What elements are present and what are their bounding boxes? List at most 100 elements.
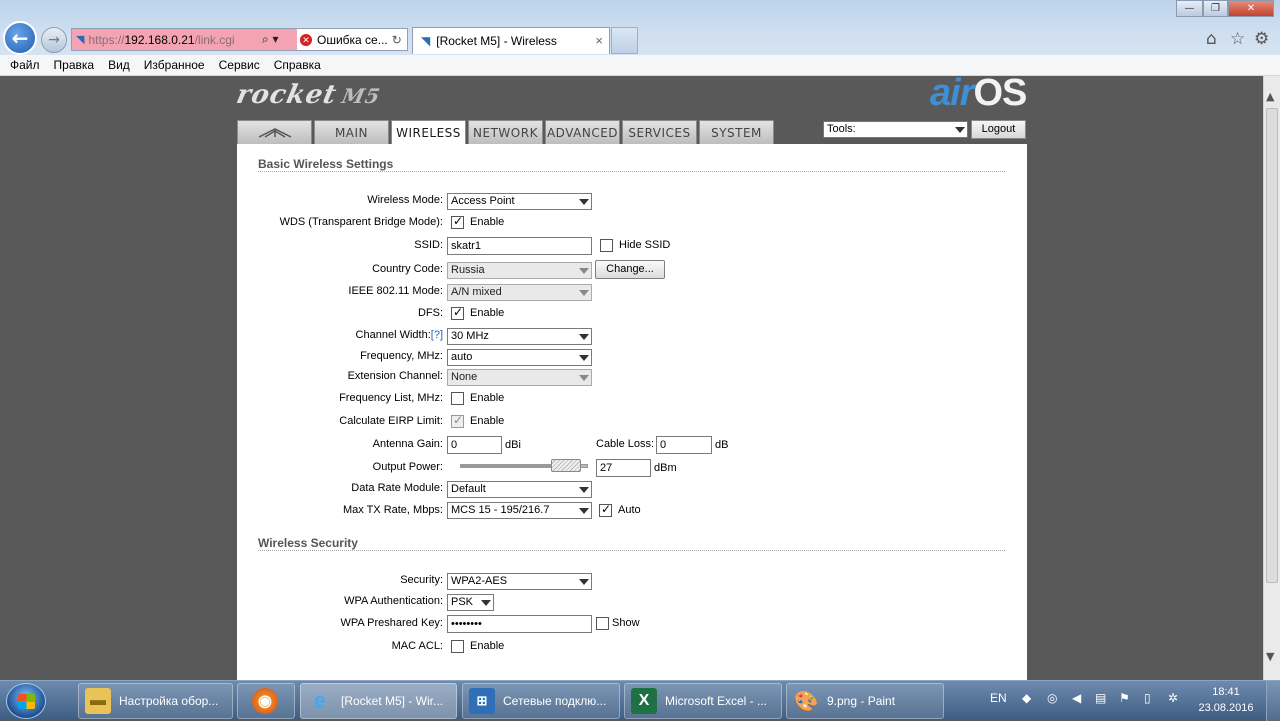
gear-icon[interactable]: ⚙ [1254,29,1269,49]
menu-view[interactable]: Вид [101,58,137,72]
product-model: M5 [339,84,383,108]
minimize-button[interactable]: — [1176,0,1203,17]
cable-loss-input[interactable]: 0 [656,436,712,454]
max-tx-select[interactable]: MCS 15 - 195/216.7 [447,502,592,519]
menu-edit[interactable]: Правка [47,58,102,72]
logout-button[interactable]: Logout [971,120,1026,139]
tools-select-value: Tools: [827,123,856,135]
clock-date[interactable]: 23.08.2016 [1196,702,1256,714]
wds-enable-text: Enable [470,216,505,228]
address-bar[interactable]: ◥ https://192.168.0.21/link.cgi ⌕ ▾ ✕ Ош… [71,28,408,51]
home-icon[interactable]: ⌂ [1206,29,1217,49]
eirp-checkbox[interactable] [451,413,464,428]
output-power-slider[interactable] [460,459,588,472]
forward-button[interactable]: → [41,27,67,53]
tab-services[interactable]: SERVICES [622,120,697,144]
extension-channel-select[interactable]: None [447,369,592,386]
network-tray-icon[interactable]: ▤ [1095,691,1106,705]
taskbar-item-firefox[interactable]: ◉ [237,683,295,719]
menu-file[interactable]: Файл [3,58,47,72]
taskbar-item-network[interactable]: ⊞ Сетевые подклю... [462,683,620,719]
battery-icon[interactable]: ▯ [1144,691,1151,705]
cable-loss-value: 0 [660,439,667,451]
frequency-list-checkbox[interactable] [451,392,464,405]
chevron-down-icon [577,351,589,364]
scroll-down-icon[interactable]: ▼ [1266,650,1274,663]
back-button[interactable]: ← [3,21,37,55]
mac-acl-checkbox[interactable] [451,640,464,653]
scrollbar-thumb[interactable] [1266,108,1278,583]
channel-width-help-link[interactable]: [?] [431,329,443,341]
channel-width-select[interactable]: 30 MHz [447,328,592,345]
menu-favorites[interactable]: Избранное [137,58,212,72]
search-dropdown-icon[interactable]: ⌕ ▾ [262,32,279,47]
max-tx-value: MCS 15 - 195/216.7 [451,504,550,516]
wireless-mode-select[interactable]: Access Point [447,193,592,210]
tab-system[interactable]: SYSTEM [699,120,774,144]
tools-select[interactable]: Tools: [823,121,968,138]
country-code-select[interactable]: Russia [447,262,592,279]
taskbar-item-paint[interactable]: 🎨 9.png - Paint [786,683,944,719]
maximize-button[interactable]: ❐ [1203,0,1228,17]
output-power-input[interactable]: 27 [596,459,651,477]
vertical-scrollbar[interactable]: ▲ ▼ [1263,76,1280,680]
mac-acl-enable-text: Enable [470,640,505,652]
tab-rocket-wireless[interactable]: ◥ [Rocket M5] - Wireless × [412,27,610,54]
data-rate-select[interactable]: Default [447,481,592,498]
psk-input[interactable]: •••••••• [447,615,592,633]
menu-help[interactable]: Справка [267,58,328,72]
tab-main[interactable]: MAIN [314,120,389,144]
taskbar-item-folder[interactable]: ▬ Настройка обор... [78,683,233,719]
frequency-select[interactable]: auto [447,349,592,366]
tab-error[interactable]: ✕ Ошибка се... ↻ [300,31,407,49]
chevron-down-icon [577,286,589,299]
url-scheme: https:// [88,32,125,47]
psk-label: WPA Preshared Key: [340,617,443,629]
taskbar-item-excel[interactable]: X Microsoft Excel - ... [624,683,782,719]
tab-advanced[interactable]: ADVANCED [545,120,620,144]
tray-settings-icon[interactable]: ✲ [1168,691,1178,705]
max-tx-auto-text: Auto [618,504,641,516]
eirp-label: Calculate EIRP Limit: [339,415,443,427]
tab-network[interactable]: NETWORK [468,120,543,144]
scroll-up-icon[interactable]: ▲ [1266,90,1274,103]
clock-time[interactable]: 18:41 [1200,686,1252,698]
dfs-checkbox[interactable] [451,305,464,320]
antivirus-icon[interactable]: ◎ [1047,691,1057,705]
volume-icon[interactable]: ◀ [1072,691,1081,705]
wpa-auth-select[interactable]: PSK [447,594,494,611]
wds-checkbox[interactable] [451,214,464,229]
tab-ubnt-logo[interactable] [237,120,312,144]
rss-icon: ◥ [421,34,431,48]
max-tx-auto-checkbox[interactable] [599,502,612,517]
ssid-label: SSID: [414,239,443,251]
refresh-icon[interactable]: ↻ [392,33,402,47]
output-power-slider-handle[interactable] [551,459,581,472]
antenna-gain-input[interactable]: 0 [447,436,502,454]
favorites-star-icon[interactable]: ☆ [1230,29,1245,49]
action-center-flag-icon[interactable]: ⚑ [1119,691,1130,705]
tab-wireless[interactable]: WIRELESS [391,120,466,145]
start-button[interactable] [6,683,46,719]
show-desktop-button[interactable] [1266,681,1280,721]
ie-icon: e [313,688,327,713]
taskbar-item-ie[interactable]: e [Rocket M5] - Wir... [300,683,457,719]
security-select[interactable]: WPA2-AES [447,573,592,590]
hide-ssid-checkbox[interactable] [600,239,613,252]
tab-close-button[interactable]: × [595,33,603,48]
menu-tools[interactable]: Сервис [212,58,267,72]
address-url[interactable]: https://192.168.0.21/link.cgi [88,33,234,47]
language-indicator[interactable]: EN [990,691,1007,705]
ssid-input[interactable]: skatr1 [447,237,592,255]
tray-app-icon[interactable]: ◆ [1022,691,1031,705]
new-tab-button[interactable] [611,27,638,54]
taskbar-item-label: [Rocket M5] - Wir... [341,694,444,708]
ieee-mode-select[interactable]: A/N mixed [447,284,592,301]
channel-width-value: 30 MHz [451,330,489,342]
extension-channel-value: None [451,371,478,383]
folder-icon: ▬ [85,688,111,714]
close-window-button[interactable]: ✕ [1228,0,1274,17]
change-country-button[interactable]: Change... [595,260,665,279]
show-psk-checkbox[interactable] [596,617,609,630]
url-path: /link.cgi [194,32,235,47]
